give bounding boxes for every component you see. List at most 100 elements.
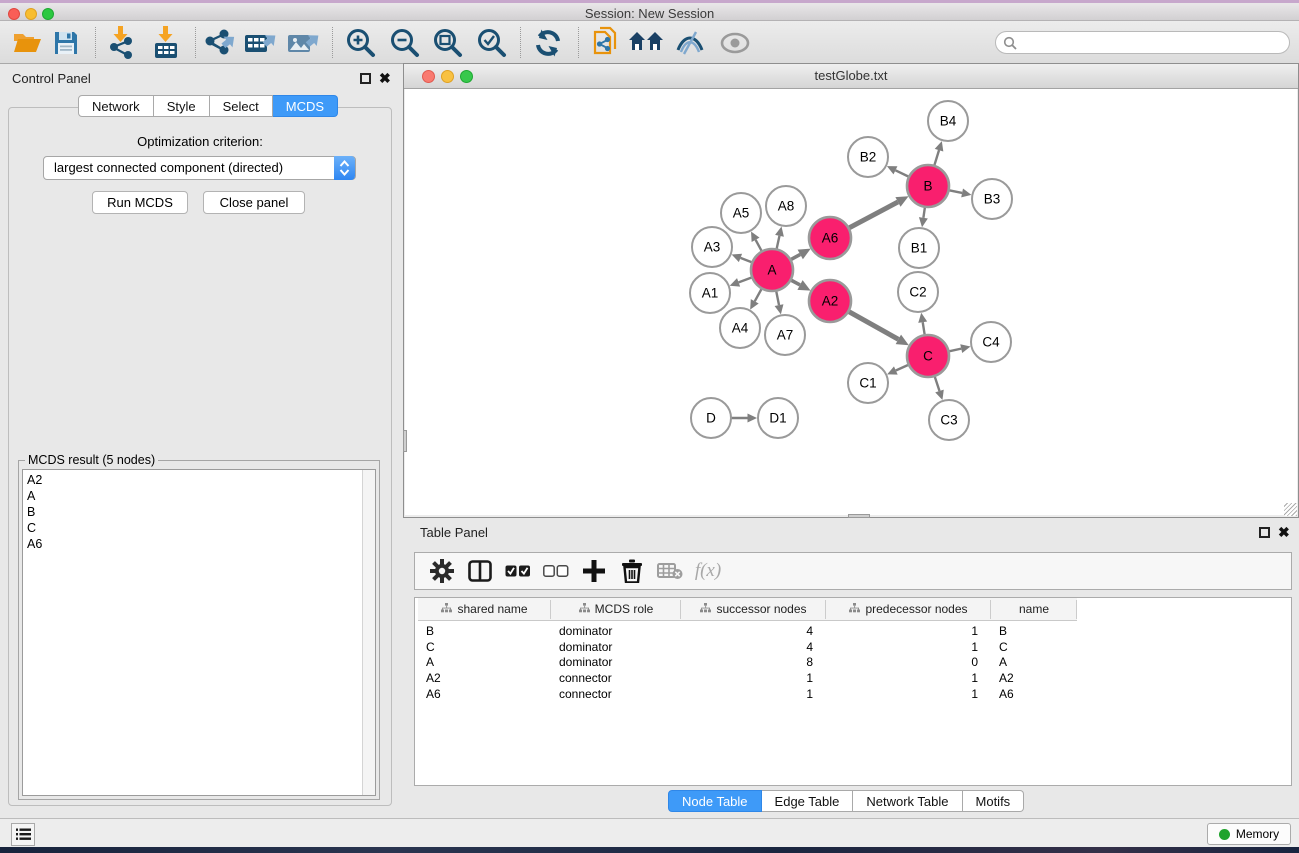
table-cell[interactable]: C bbox=[418, 640, 551, 656]
network-canvas[interactable]: B4B2BB3A5A8A6A3B1AA1C2A2A4A7C4CC1C3DD1 bbox=[405, 89, 1297, 515]
home-icon[interactable] bbox=[627, 23, 667, 63]
table-cell[interactable]: A6 bbox=[418, 687, 551, 703]
table-cell[interactable]: A6 bbox=[991, 687, 1077, 703]
refresh-icon[interactable] bbox=[528, 23, 568, 63]
column-header-successor-nodes[interactable]: successor nodes bbox=[681, 598, 826, 621]
table-cell[interactable]: 1 bbox=[826, 624, 991, 640]
table-cell[interactable]: connector bbox=[551, 671, 681, 687]
graph-edge[interactable] bbox=[948, 349, 961, 352]
graph-edge[interactable] bbox=[776, 291, 779, 306]
zoom-in-icon[interactable] bbox=[341, 23, 381, 63]
graph-edge[interactable] bbox=[756, 240, 762, 252]
deselect-all-icon[interactable] bbox=[537, 554, 575, 588]
zoom-selected-icon[interactable] bbox=[472, 23, 512, 63]
mcds-result-item[interactable]: B bbox=[27, 504, 42, 520]
table-cell[interactable]: A bbox=[991, 655, 1077, 671]
table-cell[interactable]: dominator bbox=[551, 640, 681, 656]
close-panel-icon[interactable]: ✖ bbox=[379, 73, 391, 84]
tab-mcds[interactable]: MCDS bbox=[273, 95, 338, 117]
scrollbar[interactable] bbox=[362, 470, 375, 795]
table-cell[interactable]: dominator bbox=[551, 624, 681, 640]
window-resize-grip[interactable] bbox=[403, 430, 407, 452]
table-cell[interactable]: 4 bbox=[681, 624, 826, 640]
tab-network[interactable]: Network bbox=[78, 95, 154, 117]
network-window-titlebar[interactable]: testGlobe.txt bbox=[404, 64, 1298, 89]
mcds-result-item[interactable]: A6 bbox=[27, 536, 42, 552]
tab-node-table[interactable]: Node Table bbox=[668, 790, 762, 812]
graph-edge[interactable] bbox=[791, 280, 800, 285]
mcds-result-item[interactable]: A2 bbox=[27, 472, 42, 488]
table-cell[interactable]: connector bbox=[551, 687, 681, 703]
table-cell[interactable]: 1 bbox=[681, 671, 826, 687]
column-header-name[interactable]: name bbox=[991, 598, 1077, 621]
graph-edge[interactable] bbox=[923, 207, 925, 218]
window-resize-corner[interactable] bbox=[1284, 503, 1297, 516]
graph-edge[interactable] bbox=[740, 258, 752, 263]
graph-edge[interactable] bbox=[739, 277, 753, 282]
tab-network-table[interactable]: Network Table bbox=[853, 790, 962, 812]
tab-select[interactable]: Select bbox=[210, 95, 273, 117]
tab-style[interactable]: Style bbox=[154, 95, 210, 117]
column-visibility-icon[interactable] bbox=[461, 554, 499, 588]
column-header-shared-name[interactable]: shared name bbox=[418, 598, 551, 621]
zoom-out-icon[interactable] bbox=[385, 23, 425, 63]
save-session-icon[interactable] bbox=[46, 23, 86, 63]
window-resize-grip[interactable] bbox=[848, 514, 870, 518]
graph-edge[interactable] bbox=[755, 288, 762, 301]
graph-edge[interactable] bbox=[934, 150, 939, 166]
graph-edge[interactable] bbox=[896, 365, 909, 371]
close-table-panel-icon[interactable]: ✖ bbox=[1278, 527, 1290, 538]
mcds-result-list[interactable]: A2ABCA6 bbox=[22, 469, 376, 796]
import-table-icon[interactable] bbox=[146, 23, 186, 63]
table-cell[interactable]: C bbox=[991, 640, 1077, 656]
table-cell[interactable]: 1 bbox=[826, 687, 991, 703]
import-network-icon[interactable] bbox=[101, 23, 141, 63]
search-input[interactable] bbox=[995, 31, 1290, 54]
table-cell[interactable]: 0 bbox=[826, 655, 991, 671]
add-column-icon[interactable] bbox=[575, 554, 613, 588]
tab-edge-table[interactable]: Edge Table bbox=[762, 790, 854, 812]
table-cell[interactable]: 4 bbox=[681, 640, 826, 656]
table-cell[interactable]: B bbox=[991, 624, 1077, 640]
graph-edge[interactable] bbox=[949, 190, 963, 193]
open-session-icon[interactable] bbox=[587, 23, 627, 63]
run-mcds-button[interactable]: Run MCDS bbox=[92, 191, 188, 214]
tab-motifs[interactable]: Motifs bbox=[963, 790, 1025, 812]
select-all-icon[interactable] bbox=[499, 554, 537, 588]
table-cell[interactable]: B bbox=[418, 624, 551, 640]
table-cell[interactable]: A2 bbox=[991, 671, 1077, 687]
table-cell[interactable]: 1 bbox=[826, 671, 991, 687]
graph-edge[interactable] bbox=[935, 376, 940, 391]
float-table-panel-icon[interactable] bbox=[1259, 527, 1270, 538]
table-settings-icon[interactable] bbox=[423, 554, 461, 588]
table-cell[interactable]: dominator bbox=[551, 655, 681, 671]
graph-edge[interactable] bbox=[790, 254, 800, 259]
graph-edge[interactable] bbox=[848, 311, 898, 339]
memory-button[interactable]: Memory bbox=[1207, 823, 1291, 845]
table-cell[interactable]: 8 bbox=[681, 655, 826, 671]
mcds-result-item[interactable]: C bbox=[27, 520, 42, 536]
export-image-icon[interactable] bbox=[284, 23, 324, 63]
table-cell[interactable]: A bbox=[418, 655, 551, 671]
float-panel-icon[interactable] bbox=[360, 73, 371, 84]
graph-edge[interactable] bbox=[849, 202, 898, 228]
zoom-fit-icon[interactable] bbox=[428, 23, 468, 63]
column-header-predecessor-nodes[interactable]: predecessor nodes bbox=[826, 598, 991, 621]
delete-column-icon[interactable] bbox=[613, 554, 651, 588]
table-cell[interactable]: A2 bbox=[418, 671, 551, 687]
open-file-icon[interactable] bbox=[7, 23, 47, 63]
node-table[interactable]: shared nameMCDS rolesuccessor nodesprede… bbox=[414, 597, 1292, 786]
graph-edge[interactable] bbox=[895, 170, 909, 177]
mcds-result-item[interactable]: A bbox=[27, 488, 42, 504]
export-table-icon[interactable] bbox=[241, 23, 281, 63]
export-network-icon[interactable] bbox=[199, 23, 239, 63]
table-cell[interactable]: 1 bbox=[826, 640, 991, 656]
table-cell[interactable]: 1 bbox=[681, 687, 826, 703]
close-panel-button[interactable]: Close panel bbox=[203, 191, 305, 214]
graph-edge[interactable] bbox=[923, 322, 925, 335]
graph-edge[interactable] bbox=[776, 236, 779, 250]
column-header-MCDS-role[interactable]: MCDS role bbox=[551, 598, 681, 621]
criterion-dropdown[interactable]: largest connected component (directed) bbox=[43, 156, 356, 180]
task-history-button[interactable] bbox=[11, 823, 35, 846]
hide-graphics-details-icon[interactable] bbox=[670, 23, 710, 63]
